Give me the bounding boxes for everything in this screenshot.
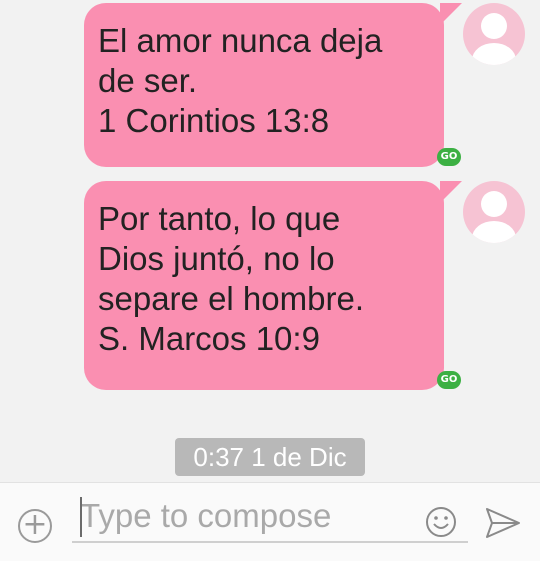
compose-input[interactable] — [72, 491, 468, 543]
avatar-head — [481, 13, 507, 39]
avatar[interactable] — [463, 181, 525, 243]
avatar-body — [472, 43, 516, 65]
conversation-screen: El amor nunca deja de ser. 1 Corintios 1… — [0, 0, 540, 561]
plus-circle-icon[interactable]: + — [18, 509, 52, 543]
composer-bar: + — [0, 482, 540, 561]
smiley-icon[interactable] — [424, 505, 458, 539]
message-bubble[interactable]: El amor nunca deja de ser. 1 Corintios 1… — [84, 3, 462, 167]
go-badge: GO — [437, 371, 461, 389]
timestamp-label: 0:37 1 de Dic — [175, 438, 365, 476]
send-icon[interactable] — [484, 505, 522, 541]
avatar-head — [481, 191, 507, 217]
go-badge: GO — [437, 148, 461, 166]
avatar-body — [472, 221, 516, 243]
avatar[interactable] — [463, 3, 525, 65]
text-cursor — [80, 497, 82, 537]
message-bubble[interactable]: Por tanto, lo que Dios juntó, no lo sepa… — [84, 181, 462, 390]
